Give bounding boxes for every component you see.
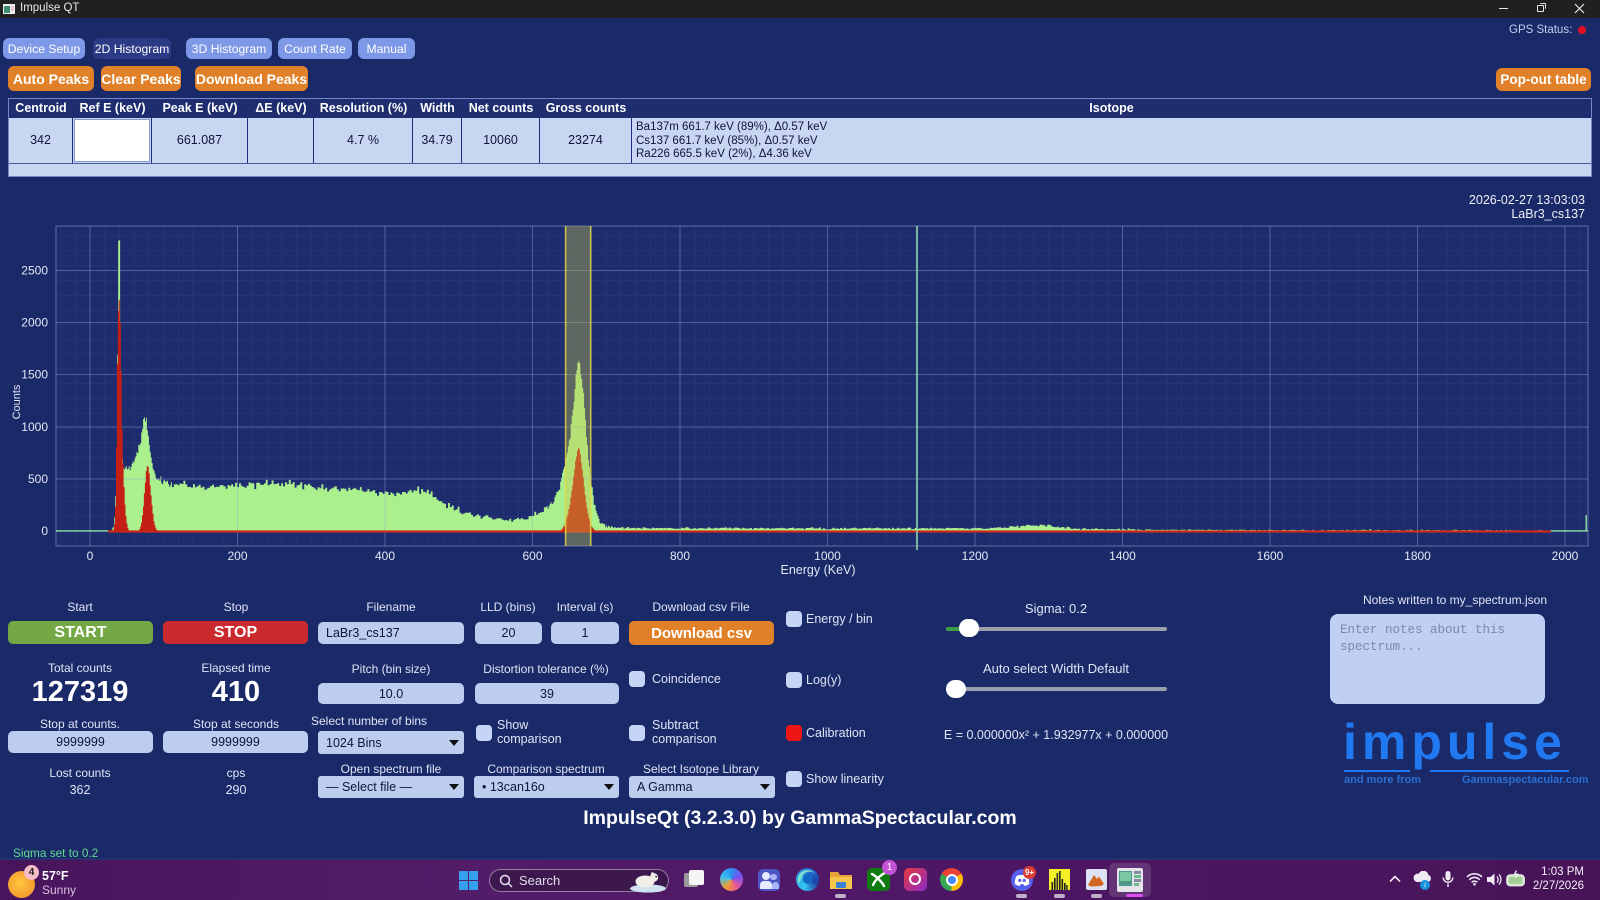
svg-text:1600: 1600 <box>1257 549 1284 563</box>
svg-text:2500: 2500 <box>21 264 48 278</box>
svg-text:0: 0 <box>87 549 94 563</box>
svg-text:500: 500 <box>28 472 48 486</box>
svg-text:Counts: Counts <box>11 384 23 419</box>
svg-text:LaBr3_cs137: LaBr3_cs137 <box>1511 207 1585 221</box>
svg-text:0: 0 <box>41 524 48 538</box>
svg-text:800: 800 <box>670 549 690 563</box>
svg-text:2000: 2000 <box>1552 549 1579 563</box>
svg-text:400: 400 <box>375 549 395 563</box>
svg-text:1000: 1000 <box>21 420 48 434</box>
svg-text:2000: 2000 <box>21 316 48 330</box>
svg-text:2026-02-27 13:03:03: 2026-02-27 13:03:03 <box>1469 193 1585 207</box>
svg-text:600: 600 <box>522 549 542 563</box>
svg-text:200: 200 <box>227 549 247 563</box>
svg-text:1000: 1000 <box>814 549 841 563</box>
svg-text:1400: 1400 <box>1109 549 1136 563</box>
svg-text:1500: 1500 <box>21 368 48 382</box>
svg-text:1200: 1200 <box>962 549 989 563</box>
svg-text:1800: 1800 <box>1404 549 1431 563</box>
svg-text:Energy (KeV): Energy (KeV) <box>780 563 855 577</box>
